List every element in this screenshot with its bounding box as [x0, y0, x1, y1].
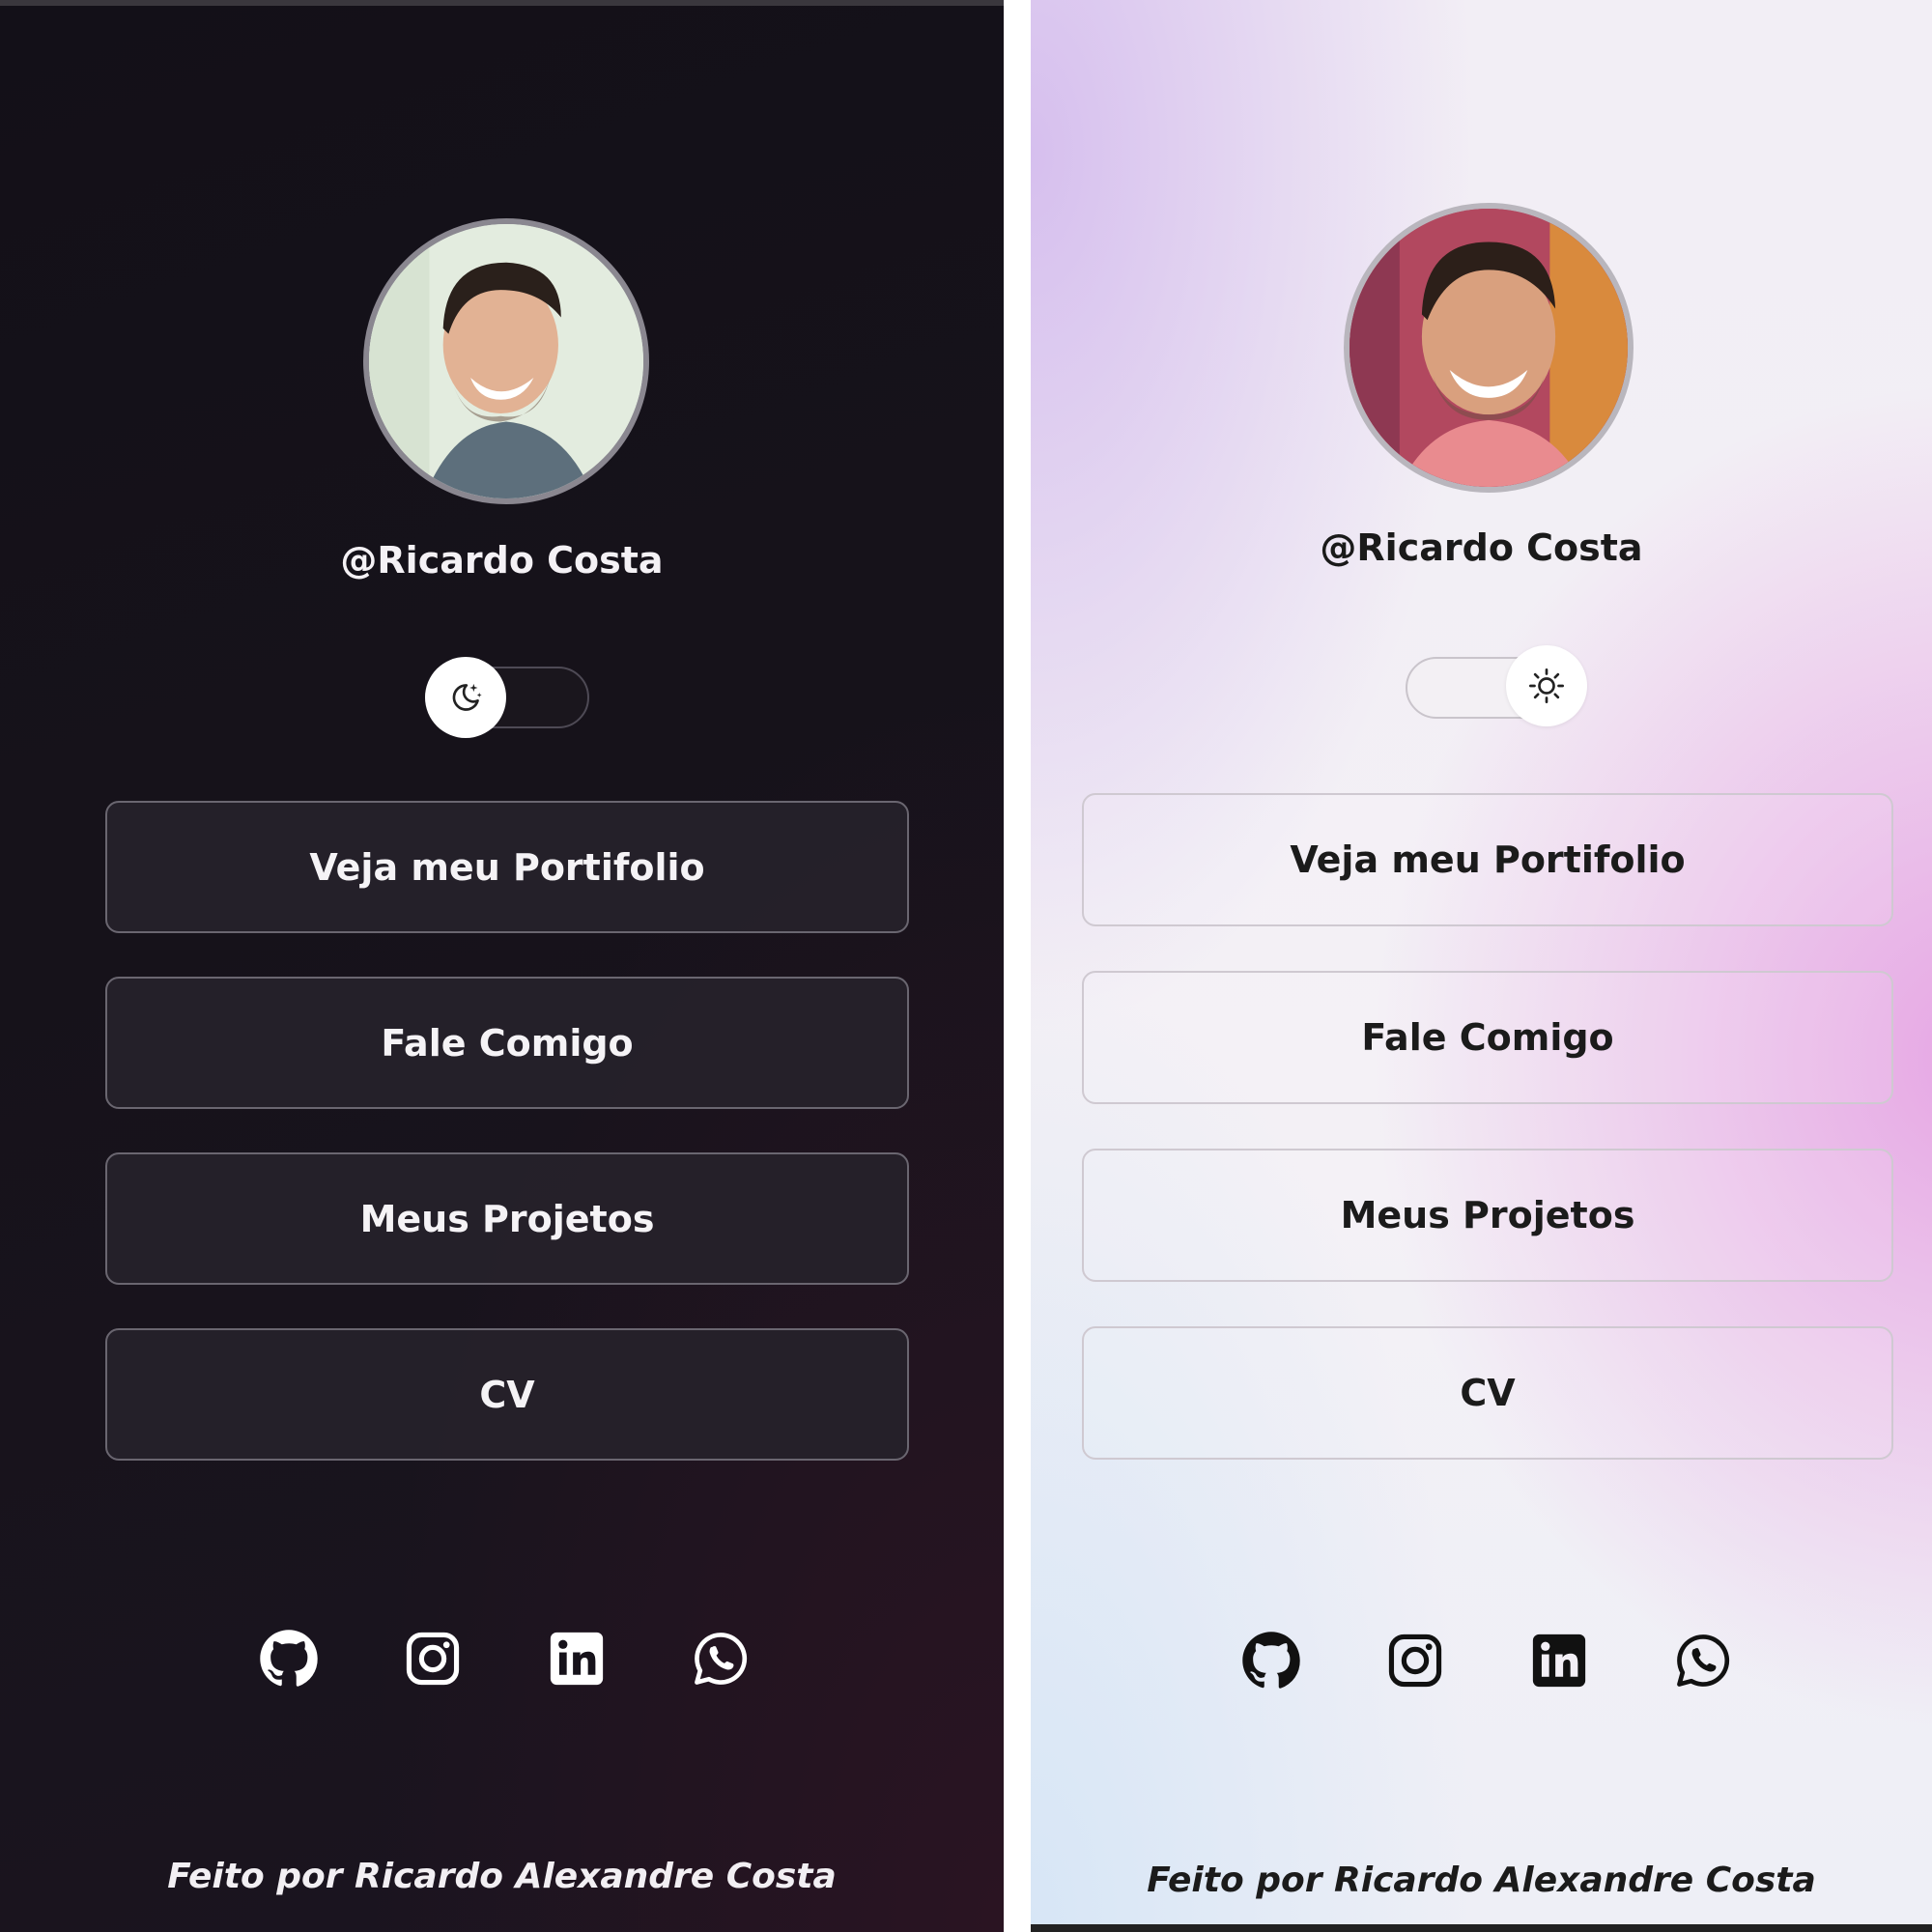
avatar [1344, 203, 1634, 493]
cv-button[interactable]: CV [1082, 1326, 1893, 1460]
sun-icon [1529, 668, 1564, 703]
cv-button[interactable]: CV [105, 1328, 909, 1461]
github-link[interactable] [259, 1629, 319, 1689]
dark-theme-panel: @Ricardo Costa Veja meu Portifolio Fale … [0, 0, 1004, 1932]
profile-photo [369, 224, 643, 498]
instagram-link[interactable] [403, 1629, 463, 1689]
profile-photo [1350, 209, 1628, 487]
profile-handle: @Ricardo Costa [340, 539, 664, 582]
footer-credit: Feito por Ricardo Alexandre Costa [1147, 1861, 1816, 1900]
whatsapp-link[interactable] [691, 1629, 751, 1689]
contact-button[interactable]: Fale Comigo [105, 977, 909, 1109]
linkedin-link[interactable] [547, 1629, 607, 1689]
contact-button[interactable]: Fale Comigo [1082, 971, 1893, 1104]
light-theme-panel: @Ricardo Costa Veja meu Portifolio Fale … [1031, 0, 1932, 1932]
footer-credit: Feito por Ricardo Alexandre Costa [167, 1857, 837, 1896]
whatsapp-icon [1677, 1634, 1730, 1687]
toggle-knob[interactable] [1506, 645, 1587, 726]
avatar [363, 218, 649, 504]
social-links [1241, 1631, 1817, 1690]
toggle-knob[interactable] [425, 657, 506, 738]
projects-button[interactable]: Meus Projetos [105, 1152, 909, 1285]
instagram-icon [406, 1632, 460, 1686]
portfolio-button[interactable]: Veja meu Portifolio [105, 801, 909, 933]
github-icon [260, 1630, 318, 1687]
linkedin-icon [1532, 1634, 1586, 1688]
profile-handle: @Ricardo Costa [1320, 526, 1643, 569]
linkedin-icon [550, 1632, 604, 1686]
instagram-icon [1388, 1634, 1442, 1688]
instagram-link[interactable] [1385, 1631, 1445, 1690]
whatsapp-link[interactable] [1673, 1631, 1733, 1690]
linkedin-link[interactable] [1529, 1631, 1589, 1690]
social-links [259, 1629, 835, 1689]
panel-divider [1004, 0, 1031, 1932]
moon-stars-icon [452, 683, 482, 711]
whatsapp-icon [695, 1633, 748, 1685]
portfolio-button[interactable]: Veja meu Portifolio [1082, 793, 1893, 926]
github-icon [1242, 1632, 1300, 1689]
github-link[interactable] [1241, 1631, 1301, 1690]
projects-button[interactable]: Meus Projetos [1082, 1149, 1893, 1282]
